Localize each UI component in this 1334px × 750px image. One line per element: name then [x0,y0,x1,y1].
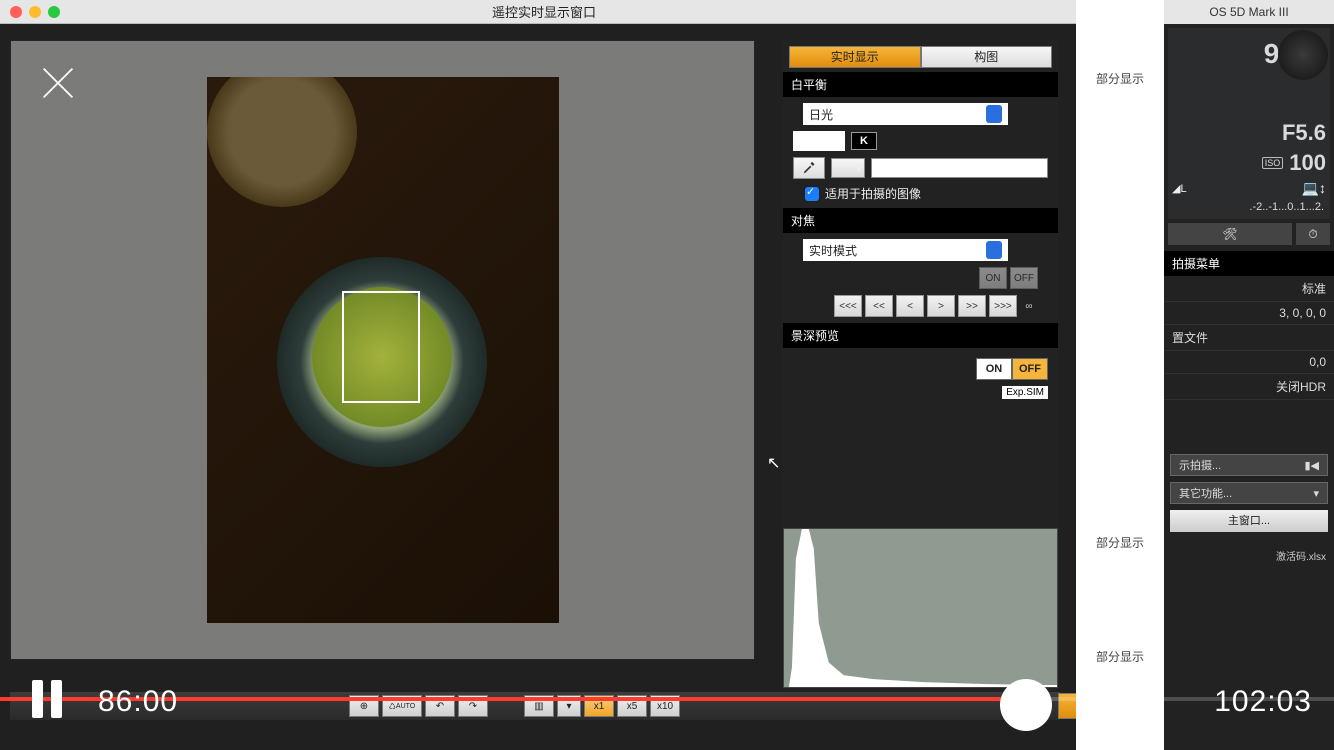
pause-icon [32,680,43,718]
video-total-time: 102:03 [1214,685,1312,719]
video-player-overlay: 86:00 102:03 [0,0,1334,750]
video-scrubber-handle[interactable] [1000,679,1052,731]
pause-button[interactable] [32,680,66,718]
video-current-time: 86:00 [98,685,178,719]
video-progress-track[interactable] [0,697,1334,701]
